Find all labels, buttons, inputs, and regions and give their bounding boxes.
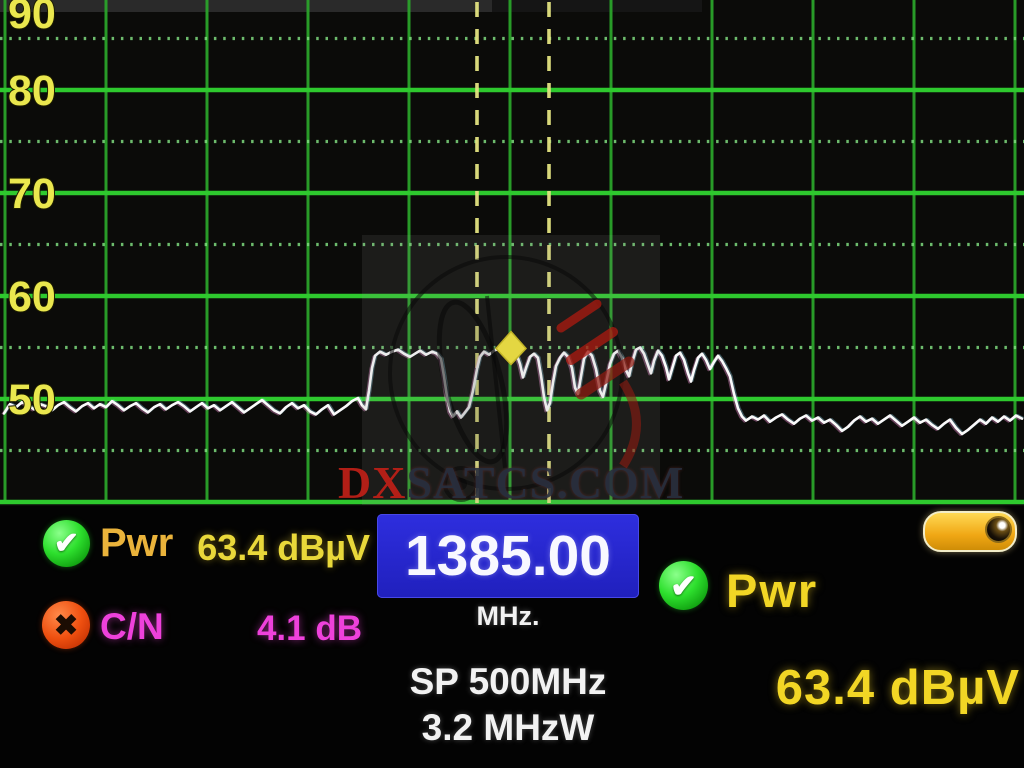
y-axis-tick-label: 80 [8, 67, 56, 115]
big-pwr-ok-check-icon: ✔ [659, 561, 708, 610]
y-axis-tick-label: 70 [8, 170, 56, 218]
frequency-value: 1385.00 [405, 523, 611, 589]
bandwidth-readout: 3.2 MHzW [377, 707, 639, 749]
marker-diamond-icon [496, 332, 526, 365]
y-axis-tick-label: 90 [8, 0, 56, 38]
big-pwr-value: 63.4 dBµV [688, 660, 1020, 716]
big-pwr-label: Pwr [726, 563, 818, 618]
cn-fail-cross-icon: ✖ [42, 601, 90, 649]
check-glyph: ✔ [670, 567, 697, 605]
battery-icon [923, 511, 1017, 552]
cn-value: 4.1 dB [190, 609, 362, 649]
y-axis-tick-label: 50 [8, 376, 56, 424]
frequency-unit: MHz. [377, 601, 639, 632]
pwr-ok-check-icon: ✔ [43, 520, 90, 567]
pwr-value: 63.4 dBµV [185, 527, 370, 569]
meter-screen: 9080706050 DXSATCS.COM ✔ Pwr 63.4 dBµV 1… [0, 0, 1024, 768]
span-readout: SP 500MHz [377, 661, 639, 703]
cross-glyph: ✖ [54, 608, 78, 643]
battery-cap [985, 516, 1012, 543]
cn-label: C/N [100, 606, 164, 648]
y-axis-tick-label: 60 [8, 273, 56, 321]
pwr-label: Pwr [100, 521, 173, 566]
check-glyph: ✔ [54, 526, 79, 561]
spectrum-chart: 90 80 70 60 50 [0, 0, 1024, 506]
center-frequency-field[interactable]: 1385.00 [377, 514, 639, 598]
